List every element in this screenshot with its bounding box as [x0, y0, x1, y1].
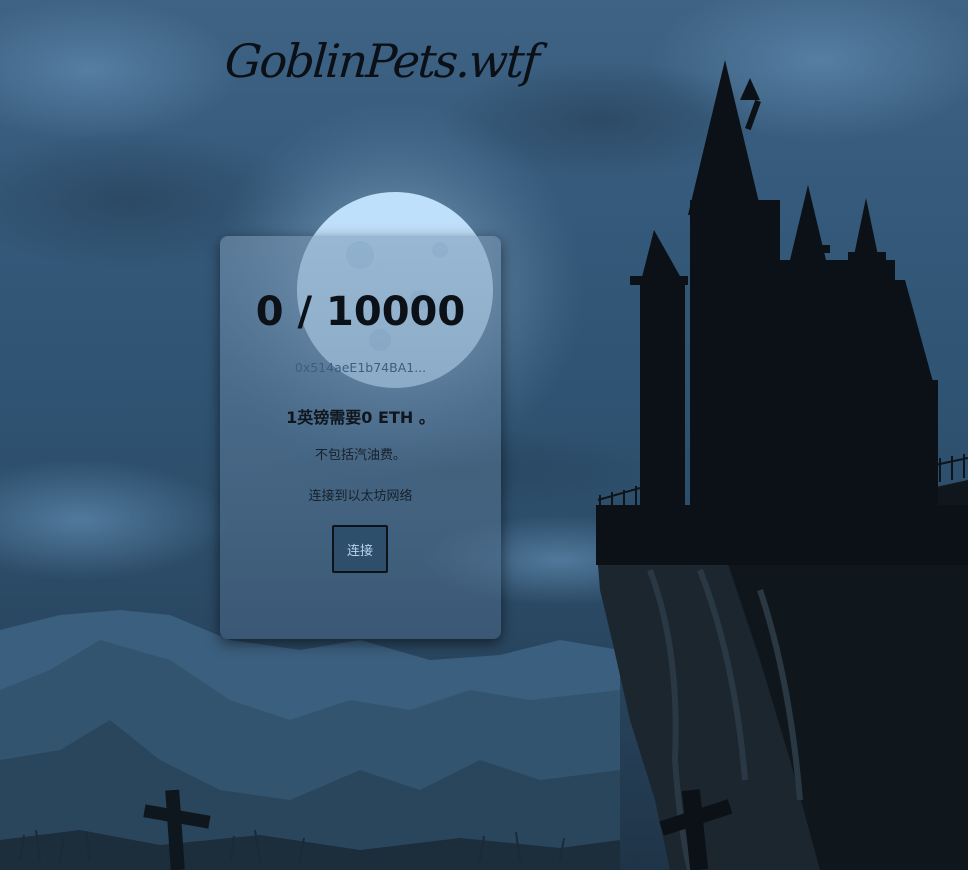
page-scene: GoblinPets.wtf 0 / 10000 0x514aeE1b74BA1… [0, 0, 968, 870]
network-note: 连接到以太坊网络 [308, 489, 413, 504]
gas-fee-note: 不包括汽油费。 [314, 448, 406, 463]
price-text: 1英镑需要0 ETH 。 [286, 408, 435, 427]
contract-address-link[interactable]: 0x514aeE1b74BA1... [220, 360, 501, 375]
cloud [0, 0, 240, 140]
connect-button[interactable]: 连接 [332, 525, 388, 573]
mint-card: 0 / 10000 0x514aeE1b74BA1... 1英镑需要0 ETH … [220, 236, 501, 639]
minted-supply-counter: 0 / 10000 [255, 289, 466, 335]
cloud [0, 460, 230, 580]
logo-text: GoblinPets.wtf [223, 34, 540, 88]
logo: GoblinPets.wtf [223, 28, 540, 106]
